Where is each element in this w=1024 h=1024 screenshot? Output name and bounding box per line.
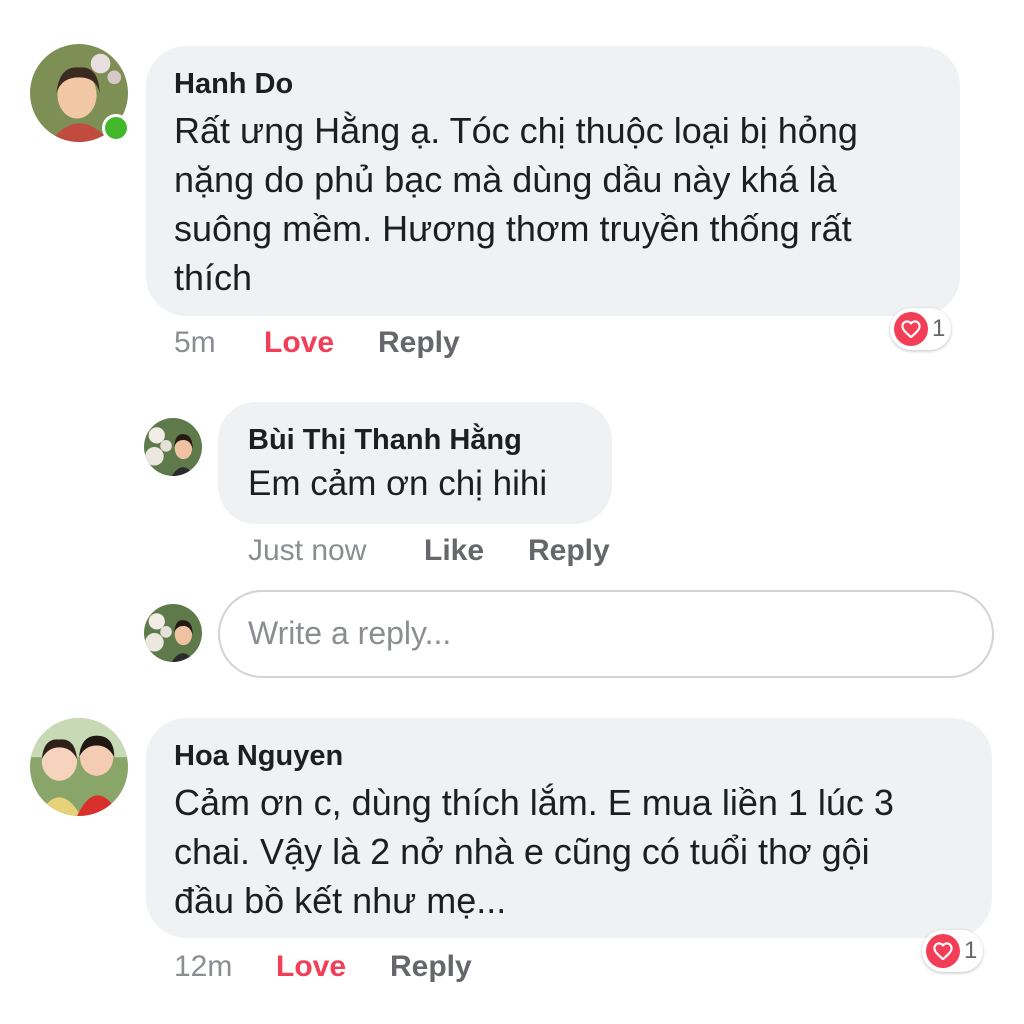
love-button[interactable]: Love bbox=[276, 950, 346, 984]
reply-button[interactable]: Reply bbox=[528, 534, 610, 568]
reaction-count: 1 bbox=[932, 315, 946, 342]
reply-bubble: Bùi Thị Thanh Hằng Em cảm ơn chị hihi bbox=[218, 402, 612, 524]
comment-timestamp: 5m bbox=[174, 326, 216, 359]
comment-actions: 5m Love Reply bbox=[174, 326, 494, 366]
comment-text-line: Rất ưng Hằng ạ. Tóc chị thuộc loại bị hỏ… bbox=[174, 110, 858, 151]
reaction-summary[interactable]: 1 bbox=[890, 308, 952, 350]
comment-timestamp: Just now bbox=[248, 534, 367, 567]
reply-button[interactable]: Reply bbox=[390, 950, 472, 984]
love-button[interactable]: Love bbox=[264, 326, 334, 360]
avatar-bui-thi-thanh-hang[interactable] bbox=[144, 418, 202, 476]
comment-author[interactable]: Bùi Thị Thanh Hằng bbox=[248, 422, 584, 458]
like-button[interactable]: Like bbox=[424, 534, 484, 568]
heart-icon bbox=[926, 934, 960, 968]
comment-text-line: thích bbox=[174, 257, 253, 298]
reply-input[interactable]: Write a reply... bbox=[218, 590, 994, 678]
comment-text-line: Em cảm ơn chị hihi bbox=[248, 464, 548, 503]
online-status-icon bbox=[102, 114, 130, 142]
comment-bubble: Hoa Nguyen Cảm ơn c, dùng thích lắm. E m… bbox=[146, 718, 992, 938]
comment-text-line: chai. Vậy là 2 nở nhà e cũng có tuổi thơ… bbox=[174, 831, 870, 872]
heart-icon bbox=[894, 312, 928, 346]
comment-actions: Just now Like Reply bbox=[248, 534, 628, 574]
comment-text-line: suông mềm. Hương thơm truyền thống rất bbox=[174, 208, 852, 249]
comment-author[interactable]: Hoa Nguyen bbox=[174, 738, 964, 774]
comment-text-line: đầu bồ kết như mẹ... bbox=[174, 880, 507, 921]
comment-bubble: Hanh Do Rất ưng Hằng ạ. Tóc chị thuộc lo… bbox=[146, 46, 960, 316]
comment-actions: 12m Love Reply bbox=[174, 950, 494, 990]
comment-author[interactable]: Hanh Do bbox=[174, 66, 932, 102]
reaction-summary[interactable]: 1 bbox=[922, 930, 984, 972]
comment-timestamp: 12m bbox=[174, 950, 233, 983]
comment-text-line: nặng do phủ bạc mà dùng dầu này khá là bbox=[174, 159, 837, 200]
reply-button[interactable]: Reply bbox=[378, 326, 460, 360]
reaction-count: 1 bbox=[964, 937, 978, 964]
avatar-hoa-nguyen[interactable] bbox=[30, 718, 128, 816]
current-user-avatar bbox=[144, 604, 202, 662]
comment-text-line: Cảm ơn c, dùng thích lắm. E mua liền 1 l… bbox=[174, 782, 894, 823]
